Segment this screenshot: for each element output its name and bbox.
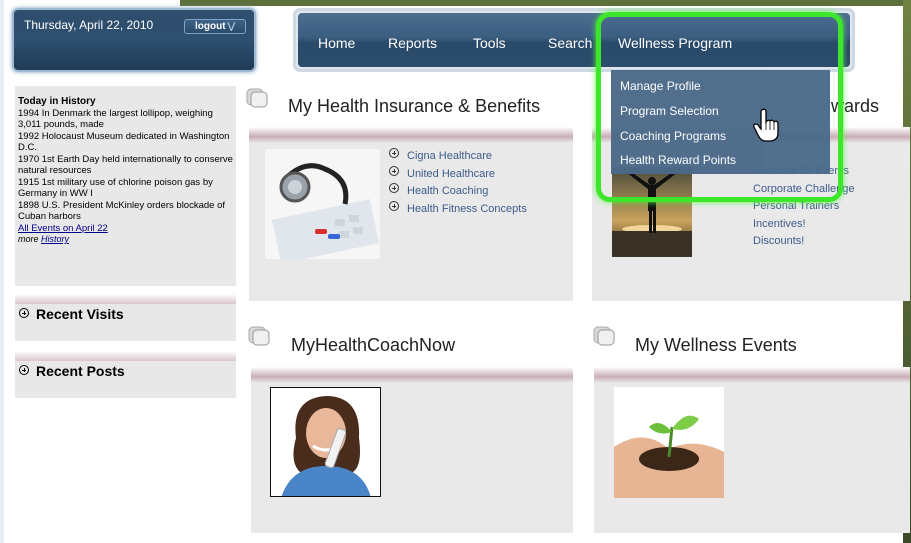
panel-folder-icon xyxy=(248,326,270,346)
bullet-plus-icon xyxy=(389,148,399,158)
insurance-link[interactable]: Health Fitness Concepts xyxy=(407,203,527,215)
bullet-plus-icon xyxy=(389,165,399,176)
list-item[interactable]: Health Coaching xyxy=(389,183,527,201)
logout-button[interactable]: logout ⋁ xyxy=(184,19,246,34)
events-panel xyxy=(594,367,910,533)
insurance-panel: Cigna Healthcare United Healthcare Healt… xyxy=(249,127,573,301)
date-header-box: Thursday, April 22, 2010 logout ⋁ xyxy=(12,8,256,72)
list-item[interactable]: Cigna Healthcare xyxy=(389,148,527,166)
recent-posts-header[interactable]: Recent Posts xyxy=(19,363,125,379)
insurance-link[interactable]: Cigna Healthcare xyxy=(407,150,492,162)
chevron-down-icon: ⋁ xyxy=(227,21,235,31)
bullet-plus-icon xyxy=(389,183,399,193)
coach-panel xyxy=(251,367,573,533)
recent-posts-label: Recent Posts xyxy=(36,363,125,379)
panel-title-coach: MyHealthCoachNow xyxy=(291,335,456,355)
nav-reports[interactable]: Reports xyxy=(388,35,437,51)
panel-title-events: My Wellness Events xyxy=(635,335,797,355)
recent-visits-box[interactable]: Recent Visits xyxy=(15,294,236,341)
panel-header-band xyxy=(251,367,573,383)
expand-plus-icon xyxy=(19,365,29,375)
insurance-link[interactable]: United Healthcare xyxy=(407,168,495,180)
current-date: Thursday, April 22, 2010 xyxy=(24,18,154,32)
insurance-link[interactable]: Health Coaching xyxy=(407,185,488,197)
frame-top-edge xyxy=(180,0,911,6)
history-entry: 1915 1st military use of chlorine poison… xyxy=(18,176,213,200)
panel-folder-icon xyxy=(593,326,615,346)
box-header-band xyxy=(15,294,236,304)
history-entry: 1898 U.S. President McKinley orders bloc… xyxy=(18,199,225,223)
list-item[interactable]: Personal Trainers xyxy=(753,200,855,218)
highlight-ring xyxy=(596,12,843,202)
nav-home[interactable]: Home xyxy=(318,35,355,51)
list-item[interactable]: United Healthcare xyxy=(389,165,527,184)
history-entry: 1994 In Denmark the largest lollipop, we… xyxy=(18,107,213,131)
more-label: more xyxy=(18,234,39,244)
nav-tools[interactable]: Tools xyxy=(473,35,506,51)
box-header-band xyxy=(15,351,236,361)
recent-visits-label: Recent Visits xyxy=(36,306,124,322)
sprout-image xyxy=(614,387,724,498)
more-history: more History xyxy=(18,234,236,246)
all-events-link[interactable]: All Events on April 22 xyxy=(18,223,108,234)
panel-title-insurance: My Health Insurance & Benefits xyxy=(288,96,541,116)
history-entry: 1992 Holocaust Museum dedicated in Washi… xyxy=(18,130,230,154)
list-item[interactable]: Discounts! xyxy=(753,235,855,253)
list-item[interactable]: Health Fitness Concepts xyxy=(389,200,527,219)
insurance-links: Cigna Healthcare United Healthcare Healt… xyxy=(389,148,527,218)
history-entry: 1970 1st Earth Day held internationally … xyxy=(18,153,233,177)
recent-posts-box[interactable]: Recent Posts xyxy=(15,351,236,398)
coach-photo xyxy=(270,387,381,497)
today-in-history-box: Today in History 1994 In Denmark the lar… xyxy=(15,86,236,286)
today-in-history-title: Today in History xyxy=(18,96,96,107)
panel-header-band xyxy=(249,127,573,143)
expand-plus-icon xyxy=(19,308,29,318)
frame-left-edge xyxy=(0,0,4,543)
hand-cursor-icon xyxy=(753,108,779,142)
panel-header-band xyxy=(594,367,910,383)
recent-visits-header[interactable]: Recent Visits xyxy=(19,306,124,322)
panel-folder-icon xyxy=(246,88,268,108)
logout-label: logout xyxy=(195,21,226,32)
stethoscope-image xyxy=(265,149,380,259)
nav-search[interactable]: Search xyxy=(548,35,592,51)
history-link[interactable]: History xyxy=(41,234,69,244)
list-item[interactable]: Incentives! xyxy=(753,218,855,236)
bullet-plus-icon xyxy=(389,200,399,211)
